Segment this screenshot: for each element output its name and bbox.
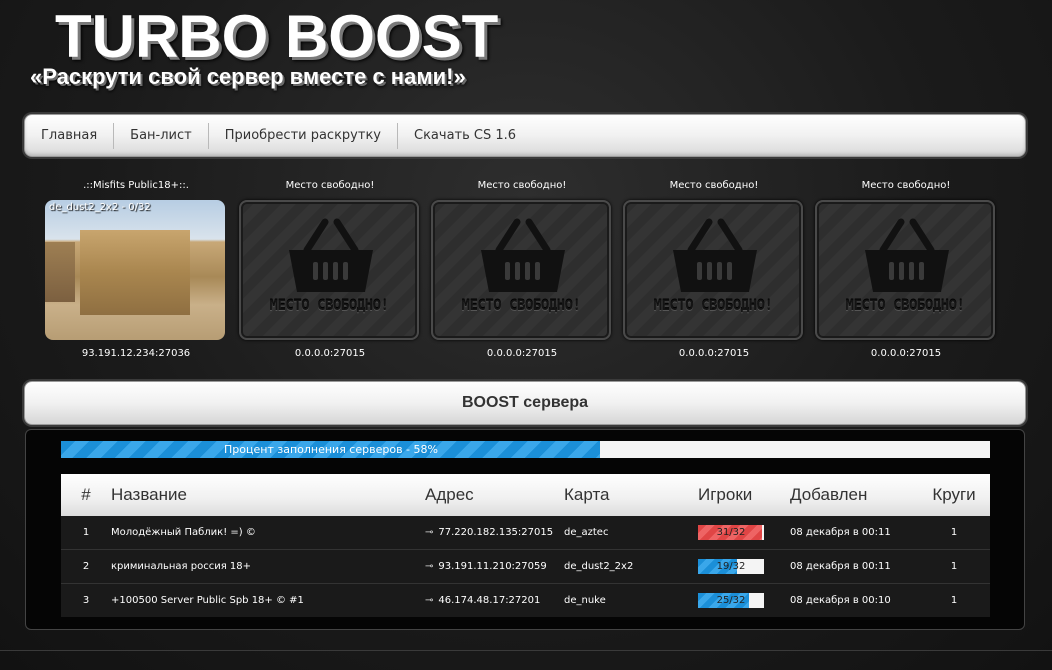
slot-server-name: Место свободно! (669, 180, 759, 191)
map-wall-shape (80, 230, 190, 315)
row-map: de_dust2_2x2 (564, 561, 634, 572)
slot-free-image[interactable]: МЕСТО СВОБОДНО! (815, 200, 995, 340)
table-row[interactable]: 3 +100500 Server Public Spb 18+ © #1 ⊸ 4… (61, 584, 990, 617)
row-laps: 1 (950, 595, 958, 606)
slot-server-name: Место свободно! (861, 180, 951, 191)
row-players-cell: 25/32 (698, 593, 790, 608)
col-header-added: Добавлен (790, 485, 868, 504)
row-num: 3 (82, 595, 90, 606)
players-count: 19/32 (716, 561, 746, 572)
col-header-name: Название (111, 485, 187, 504)
col-header-map: Карта (564, 485, 610, 504)
row-map: de_nuke (564, 595, 606, 606)
players-bar: 31/32 (698, 525, 764, 540)
table-header: # Название Адрес Карта Игроки Добавлен К… (61, 474, 990, 516)
nav-item-home[interactable]: Главная (31, 122, 115, 149)
slot-address[interactable]: 0.0.0.0:27015 (239, 348, 421, 359)
table-row[interactable]: 2 криминальная россия 18+ ⊸ 93.191.11.21… (61, 550, 990, 584)
row-server-name[interactable]: +100500 Server Public Spb 18+ © #1 (111, 595, 425, 606)
row-players-cell: 19/32 (698, 559, 790, 574)
boost-panel: Процент заполнения серверов - 58% # Назв… (25, 429, 1025, 630)
vip-slot-free[interactable]: Место свободно! МЕСТО СВОБОДНО! 0.0.0.0:… (239, 176, 421, 366)
slot-address[interactable]: 93.191.12.234:27036 (45, 348, 227, 359)
link-icon[interactable]: ⊸ (425, 595, 433, 606)
slot-free-image[interactable]: МЕСТО СВОБОДНО! (623, 200, 803, 340)
slot-map-label: de_dust2_2x2 - 0/32 (49, 202, 151, 213)
players-bar: 19/32 (698, 559, 764, 574)
vip-slots: .::Misfits Public18+::. de_dust2_2x2 - 0… (45, 176, 1005, 366)
basket-icon (865, 218, 949, 292)
footer-divider (0, 650, 1052, 651)
nav-item-download-cs[interactable]: Скачать CS 1.6 (404, 123, 532, 149)
servers-table: # Название Адрес Карта Игроки Добавлен К… (61, 474, 990, 617)
slot-server-name: Место свободно! (285, 180, 375, 191)
slot-address[interactable]: 0.0.0.0:27015 (623, 348, 805, 359)
row-address-cell: ⊸ 77.220.182.135:27015 (425, 527, 564, 538)
site-logo-title[interactable]: TURBO BOOST (55, 2, 498, 72)
slot-free-text: МЕСТО СВОБОДНО! (269, 298, 389, 314)
row-address[interactable]: 93.191.11.210:27059 (438, 561, 546, 572)
players-count: 31/32 (716, 527, 746, 538)
link-icon[interactable]: ⊸ (425, 527, 433, 538)
row-map: de_aztec (564, 527, 609, 538)
map-wall-shape (45, 242, 75, 302)
col-header-address: Адрес (425, 485, 474, 504)
nav-item-banlist[interactable]: Бан-лист (120, 122, 209, 149)
basket-icon (481, 218, 565, 292)
row-address[interactable]: 77.220.182.135:27015 (438, 527, 553, 538)
basket-icon (673, 218, 757, 292)
fill-progress-text: Процент заполнения серверов - 58% (224, 443, 438, 456)
slot-free-text: МЕСТО СВОБОДНО! (461, 298, 581, 314)
vip-slot-free[interactable]: Место свободно! МЕСТО СВОБОДНО! 0.0.0.0:… (815, 176, 997, 366)
row-added: 08 декабря в 00:10 (790, 595, 891, 606)
vip-slot-free[interactable]: Место свободно! МЕСТО СВОБОДНО! 0.0.0.0:… (431, 176, 613, 366)
players-count: 25/32 (716, 595, 746, 606)
boost-section-title: BOOST сервера (24, 381, 1026, 425)
slot-address[interactable]: 0.0.0.0:27015 (815, 348, 997, 359)
slot-address[interactable]: 0.0.0.0:27015 (431, 348, 613, 359)
slot-free-text: МЕСТО СВОБОДНО! (845, 298, 965, 314)
slot-free-text: МЕСТО СВОБОДНО! (653, 298, 773, 314)
basket-icon (289, 218, 373, 292)
row-laps: 1 (950, 561, 958, 572)
fill-progress-bar: Процент заполнения серверов - 58% (61, 441, 990, 458)
row-address-cell: ⊸ 46.174.48.17:27201 (425, 595, 564, 606)
vip-slot[interactable]: .::Misfits Public18+::. de_dust2_2x2 - 0… (45, 176, 227, 366)
table-row[interactable]: 1 Молодёжный Паблик! =) © ⊸ 77.220.182.1… (61, 516, 990, 550)
slot-server-name: Место свободно! (477, 180, 567, 191)
row-address[interactable]: 46.174.48.17:27201 (438, 595, 540, 606)
row-laps: 1 (950, 527, 958, 538)
row-num: 2 (82, 561, 90, 572)
players-bar: 25/32 (698, 593, 764, 608)
row-players-cell: 31/32 (698, 525, 790, 540)
col-header-players: Игроки (698, 485, 753, 504)
slot-free-image[interactable]: МЕСТО СВОБОДНО! (239, 200, 419, 340)
row-added: 08 декабря в 00:11 (790, 527, 891, 538)
site-slogan: «Раскрути свой сервер вместе с нами!» (30, 64, 466, 89)
col-header-laps: Круги (932, 485, 976, 504)
row-address-cell: ⊸ 93.191.11.210:27059 (425, 561, 564, 572)
slot-server-name: .::Misfits Public18+::. (83, 180, 189, 191)
row-server-name[interactable]: криминальная россия 18+ (111, 561, 425, 572)
vip-slot-free[interactable]: Место свободно! МЕСТО СВОБОДНО! 0.0.0.0:… (623, 176, 805, 366)
link-icon[interactable]: ⊸ (425, 561, 433, 572)
row-num: 1 (82, 527, 90, 538)
slot-free-image[interactable]: МЕСТО СВОБОДНО! (431, 200, 611, 340)
main-nav: Главная Бан-лист Приобрести раскрутку Ск… (24, 114, 1026, 157)
row-server-name[interactable]: Молодёжный Паблик! =) © (111, 527, 425, 538)
slot-map-image[interactable]: de_dust2_2x2 - 0/32 (45, 200, 225, 340)
nav-item-buy-boost[interactable]: Приобрести раскрутку (215, 122, 398, 149)
col-header-num: # (81, 485, 91, 504)
row-added: 08 декабря в 00:11 (790, 561, 891, 572)
